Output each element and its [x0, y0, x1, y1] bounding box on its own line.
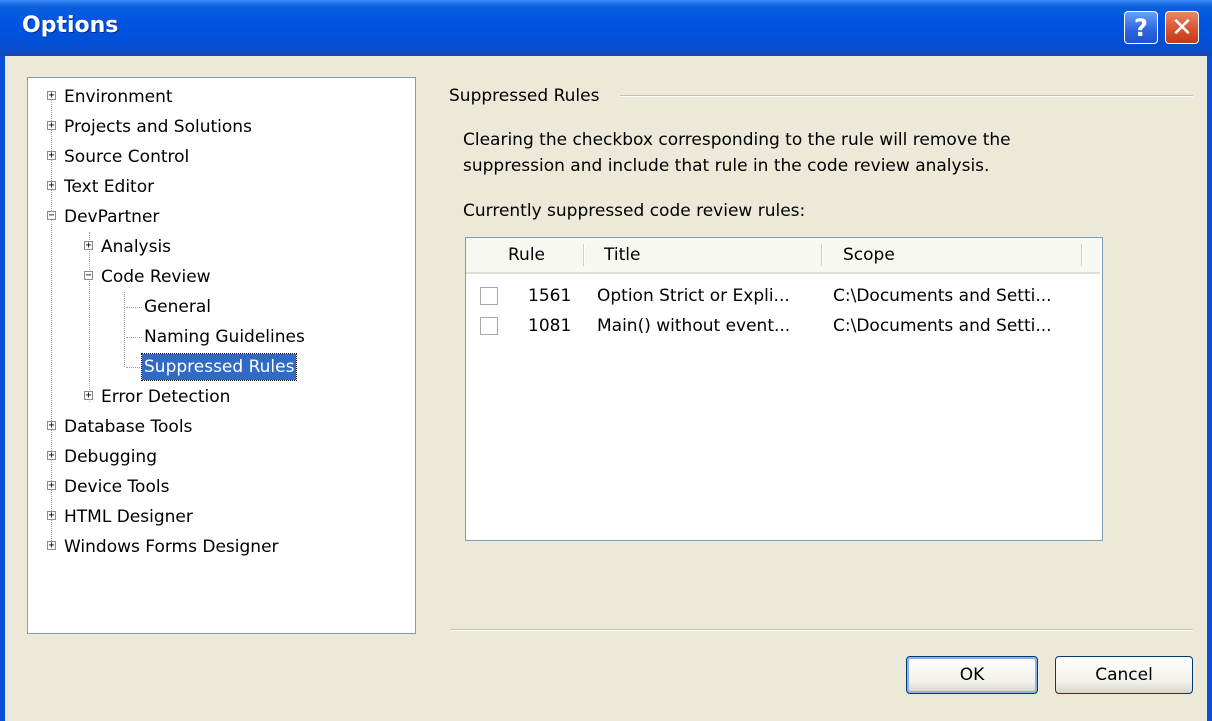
- description-line: Clearing the checkbox corresponding to t…: [463, 130, 1011, 150]
- rule-number: 1561: [528, 286, 572, 306]
- rule-number: 1081: [528, 316, 572, 336]
- tree-item-label: Text Editor: [64, 177, 155, 197]
- tree-item-label: DevPartner: [64, 207, 160, 227]
- window-frame-right: [1207, 56, 1212, 721]
- collapse-icon[interactable]: −: [47, 211, 56, 221]
- close-button[interactable]: ✕: [1165, 11, 1199, 44]
- ok-button[interactable]: OK: [906, 656, 1038, 694]
- tree-item-label: Code Review: [101, 267, 211, 287]
- column-divider[interactable]: [821, 244, 823, 266]
- tree-line: [126, 337, 142, 338]
- rule-scope: C:\Documents and Setti...: [833, 316, 1052, 336]
- tree-item-label: HTML Designer: [64, 507, 193, 527]
- tree-item-label: Database Tools: [64, 417, 193, 437]
- suppressed-rules-list[interactable]: Rule Title Scope 1561 Option Strict or E…: [465, 237, 1103, 541]
- list-caption: Currently suppressed code review rules:: [463, 201, 806, 221]
- expand-icon[interactable]: +: [47, 181, 56, 191]
- expand-icon[interactable]: +: [84, 241, 93, 251]
- expand-icon[interactable]: +: [84, 391, 93, 401]
- help-button[interactable]: ?: [1124, 11, 1158, 44]
- group-label: Suppressed Rules: [449, 86, 600, 106]
- tree-item-label: Error Detection: [101, 387, 231, 407]
- expand-icon[interactable]: +: [47, 451, 56, 461]
- expand-icon[interactable]: +: [47, 481, 56, 491]
- window-title: Options: [22, 13, 119, 38]
- tree-item-label: Analysis: [101, 237, 172, 257]
- tree-item-label: General: [144, 297, 211, 317]
- bottom-divider: [450, 629, 1193, 631]
- options-tree[interactable]: + Environment + Projects and Solutions +…: [27, 77, 416, 634]
- tree-item-label: Debugging: [64, 447, 157, 467]
- tree-line: [126, 307, 142, 308]
- table-row[interactable]: 1561 Option Strict or Expli... C:\Docume…: [466, 281, 1100, 311]
- rule-title: Main() without event...: [597, 316, 791, 336]
- tree-line: [124, 292, 125, 367]
- cancel-button[interactable]: Cancel: [1055, 656, 1193, 694]
- rule-checkbox[interactable]: [480, 317, 498, 335]
- expand-icon[interactable]: +: [47, 541, 56, 551]
- column-divider[interactable]: [1081, 244, 1083, 266]
- tree-item-label: Windows Forms Designer: [64, 537, 279, 557]
- group-divider: [620, 95, 1193, 97]
- expand-icon[interactable]: +: [47, 151, 56, 161]
- tree-line: [126, 367, 142, 368]
- list-header: Rule Title Scope: [466, 238, 1100, 274]
- tree-line: [89, 232, 90, 402]
- expand-icon[interactable]: +: [47, 421, 56, 431]
- title-bar[interactable]: Options ? ✕: [0, 0, 1212, 56]
- close-icon: ✕: [1171, 12, 1193, 43]
- column-header-title[interactable]: Title: [604, 238, 640, 272]
- tree-item-label: Naming Guidelines: [144, 327, 305, 347]
- rule-title: Option Strict or Expli...: [597, 286, 790, 306]
- expand-icon[interactable]: +: [47, 121, 56, 131]
- tree-item-label: Source Control: [64, 147, 190, 167]
- table-row[interactable]: 1081 Main() without event... C:\Document…: [466, 311, 1100, 341]
- description-line: suppression and include that rule in the…: [463, 156, 990, 176]
- tree-item-label: Device Tools: [64, 477, 170, 497]
- rule-checkbox[interactable]: [480, 287, 498, 305]
- column-header-rule[interactable]: Rule: [508, 238, 545, 272]
- expand-icon[interactable]: +: [47, 91, 56, 101]
- rule-scope: C:\Documents and Setti...: [833, 286, 1052, 306]
- tree-item-label: Projects and Solutions: [64, 117, 252, 137]
- column-header-scope[interactable]: Scope: [843, 238, 895, 272]
- help-icon: ?: [1134, 13, 1148, 42]
- description: Clearing the checkbox corresponding to t…: [463, 127, 1163, 179]
- collapse-icon[interactable]: −: [84, 271, 93, 281]
- tree-item-label-selected: Suppressed Rules: [140, 353, 298, 381]
- window-frame-left: [0, 56, 5, 721]
- expand-icon[interactable]: +: [47, 511, 56, 521]
- column-divider[interactable]: [583, 244, 585, 266]
- tree-item-label: Environment: [64, 87, 173, 107]
